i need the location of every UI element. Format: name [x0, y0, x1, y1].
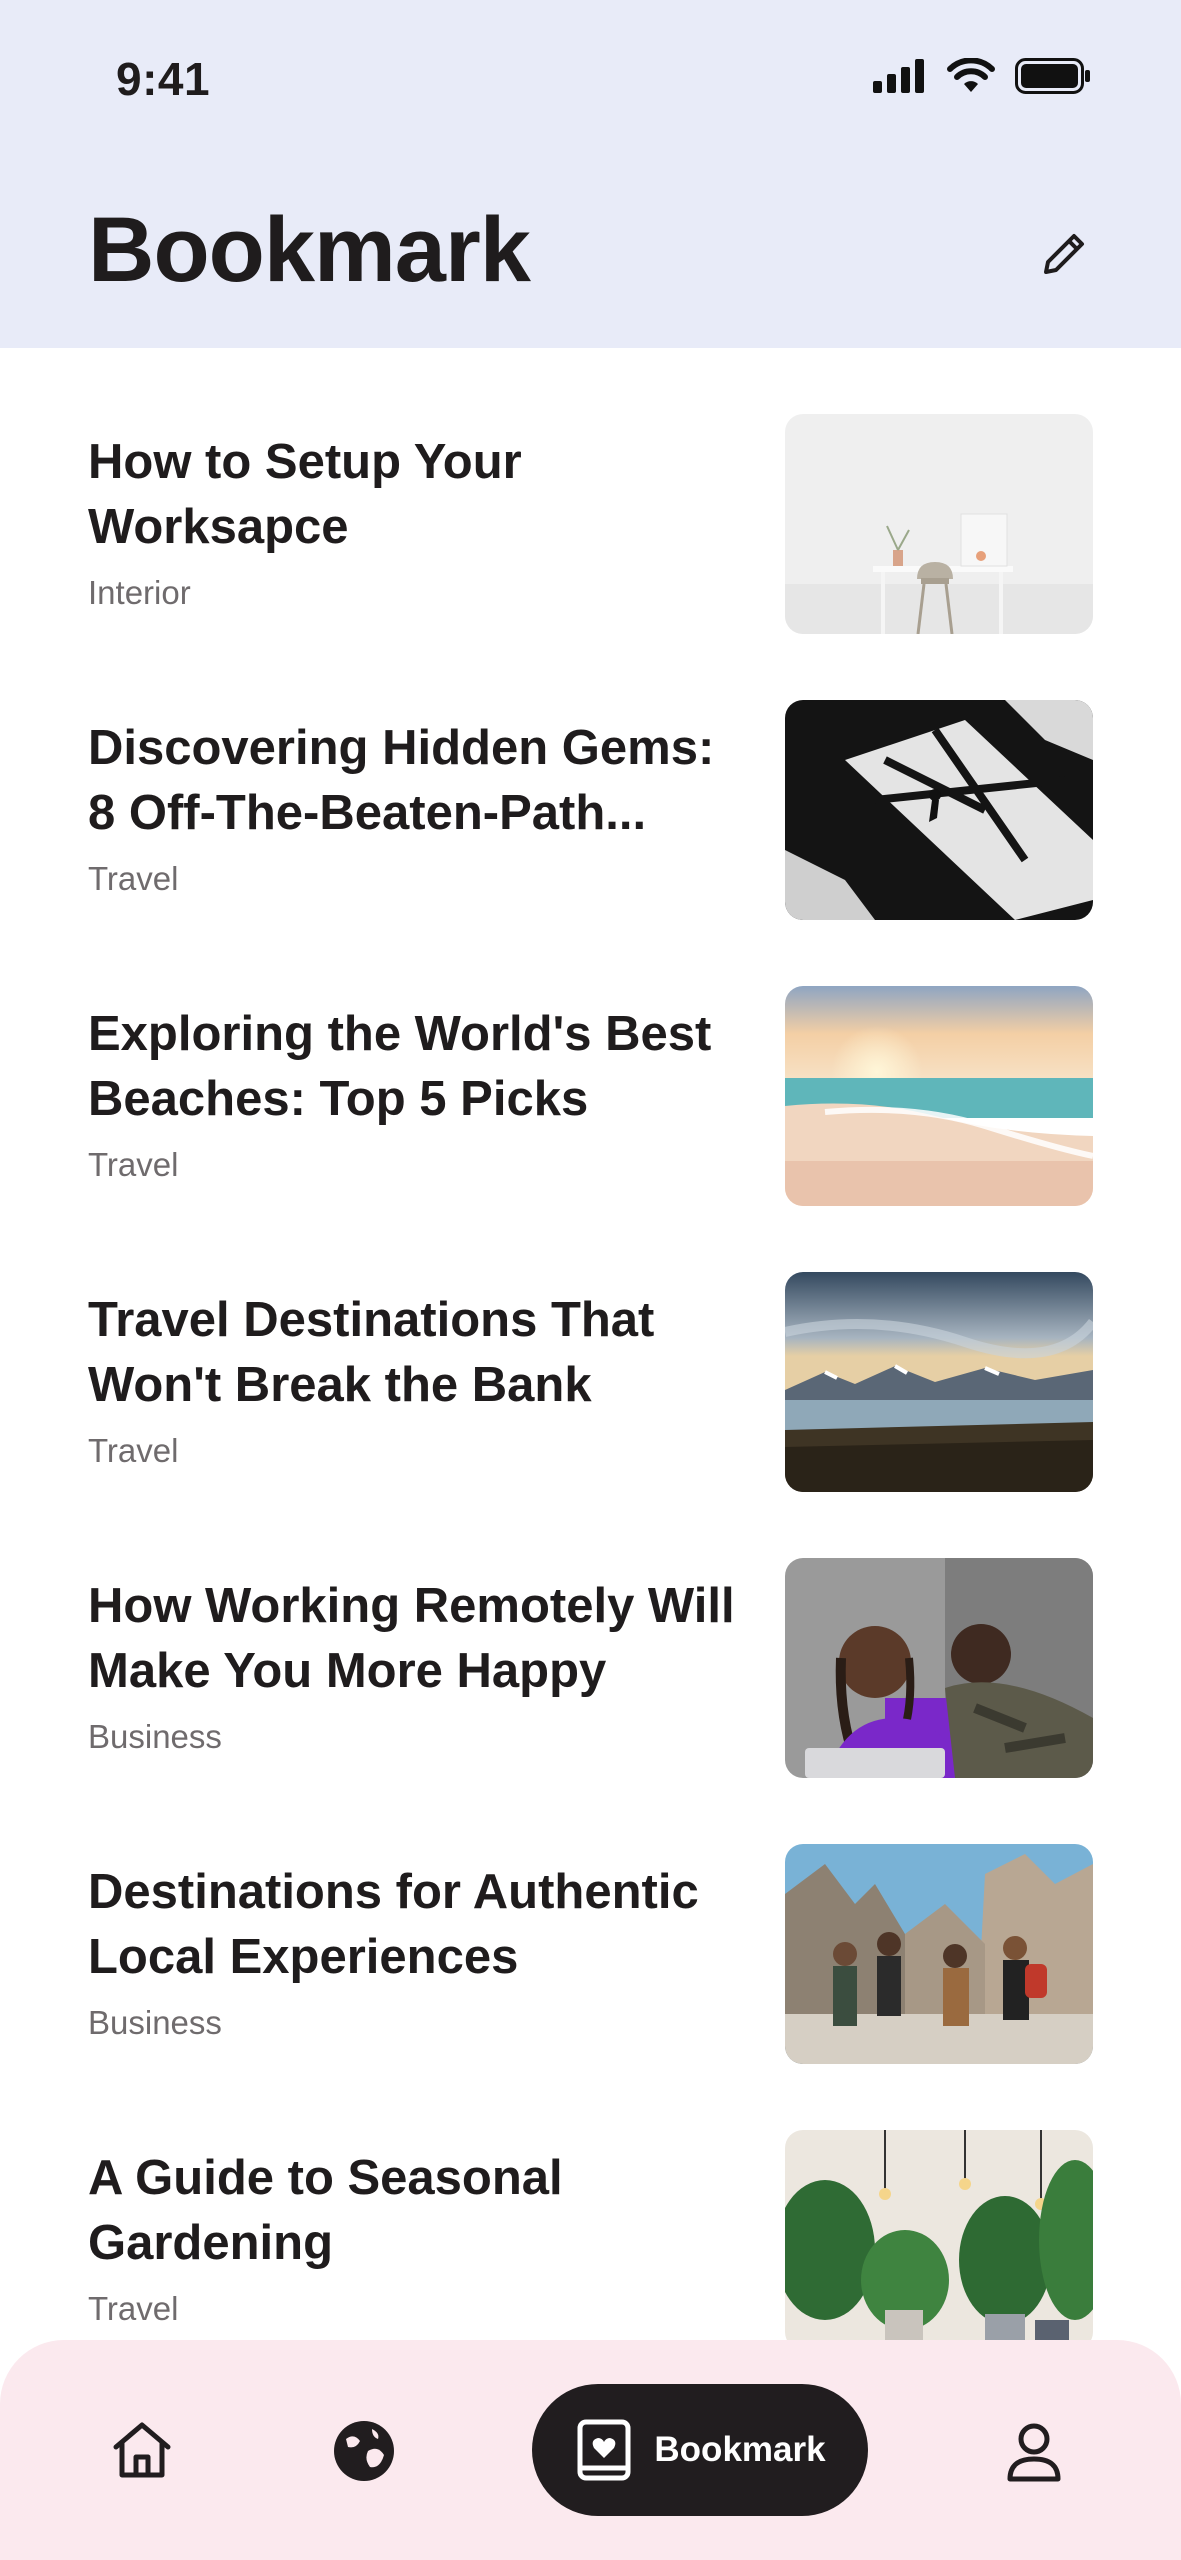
article-item[interactable]: Destinations for Authentic Local Experie… — [0, 1778, 1181, 2064]
status-time: 9:41 — [116, 53, 211, 105]
article-category: Travel — [88, 860, 179, 897]
status-icons — [873, 58, 1091, 94]
article-thumbnail — [785, 700, 1093, 920]
article-category: Business — [88, 1718, 222, 1755]
signal-icon — [873, 59, 924, 93]
battery-icon — [1015, 58, 1090, 94]
bottom-nav: Bookmark — [0, 2340, 1181, 2560]
article-thumbnail — [785, 1844, 1093, 2064]
article-thumbnail — [785, 2130, 1093, 2350]
header: 9:41 Bookmark — [0, 0, 1181, 348]
article-thumbnail — [785, 1558, 1093, 1778]
article-thumbnail — [785, 414, 1093, 634]
page-title: Bookmark — [88, 199, 531, 301]
article-title: A Guide to Seasonal Gardening — [88, 2151, 563, 2270]
article-title: Discovering Hidden Gems: 8 Off-The-Beate… — [88, 721, 715, 840]
article-category: Interior — [88, 574, 191, 611]
article-category: Travel — [88, 1146, 179, 1183]
bookmark-icon — [577, 2419, 631, 2481]
wifi-icon — [947, 58, 995, 92]
article-title: Destinations for Authentic Local Experie… — [88, 1865, 699, 1984]
article-category: Travel — [88, 2290, 179, 2327]
article-title: Exploring the World's Best Beaches: Top … — [88, 1007, 712, 1126]
article-category: Business — [88, 2004, 222, 2041]
article-title: Travel Destinations That Won't Break the… — [88, 1293, 655, 1412]
article-title: How to Setup Your Worksapce — [88, 435, 522, 554]
article-item[interactable]: Travel Destinations That Won't Break the… — [0, 1206, 1181, 1492]
article-item[interactable]: How to Setup Your Worksapce Interior — [0, 348, 1181, 634]
home-icon[interactable] — [106, 2415, 178, 2487]
article-title: How Working Remotely Will Make You More … — [88, 1579, 735, 1698]
nav-bookmark-button[interactable]: Bookmark — [532, 2384, 868, 2516]
article-item[interactable]: A Guide to Seasonal Gardening Travel — [0, 2064, 1181, 2350]
globe-icon[interactable] — [328, 2415, 400, 2487]
profile-icon[interactable] — [998, 2415, 1070, 2487]
nav-bookmark-label: Bookmark — [654, 2430, 826, 2469]
article-item[interactable]: Exploring the World's Best Beaches: Top … — [0, 920, 1181, 1206]
edit-icon[interactable] — [1036, 224, 1094, 282]
article-thumbnail — [785, 1272, 1093, 1492]
article-category: Travel — [88, 1432, 179, 1469]
article-item[interactable]: Discovering Hidden Gems: 8 Off-The-Beate… — [0, 634, 1181, 920]
article-thumbnail — [785, 986, 1093, 1206]
article-item[interactable]: How Working Remotely Will Make You More … — [0, 1492, 1181, 1778]
